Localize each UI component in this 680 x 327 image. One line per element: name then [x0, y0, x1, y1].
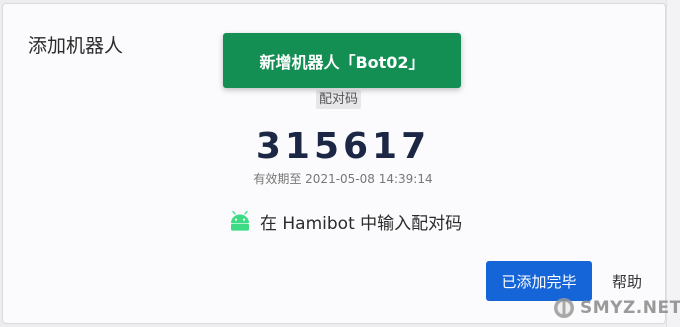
done-button[interactable]: 已添加完毕 [486, 261, 592, 301]
help-button[interactable]: 帮助 [599, 261, 655, 301]
success-toast: 新增机器人「Bot02」 [223, 33, 461, 88]
watermark-text: SMYZ.NET [580, 298, 680, 318]
dialog-title: 添加机器人 [28, 35, 124, 57]
instruction-text: 在 Hamibot 中输入配对码 [260, 213, 463, 234]
pairing-code-label: 配对码 [316, 90, 362, 109]
android-icon [231, 211, 249, 231]
pairing-code: 315617 [255, 126, 431, 167]
pairing-code-expiry: 有效期至 2021-05-08 14:39:14 [253, 172, 433, 186]
watermark: SMYZ.NET [553, 296, 680, 320]
instruction-row: 在 Hamibot 中输入配对码 [229, 208, 462, 234]
background-edge [666, 0, 680, 327]
watermark-logo-icon [554, 298, 574, 318]
